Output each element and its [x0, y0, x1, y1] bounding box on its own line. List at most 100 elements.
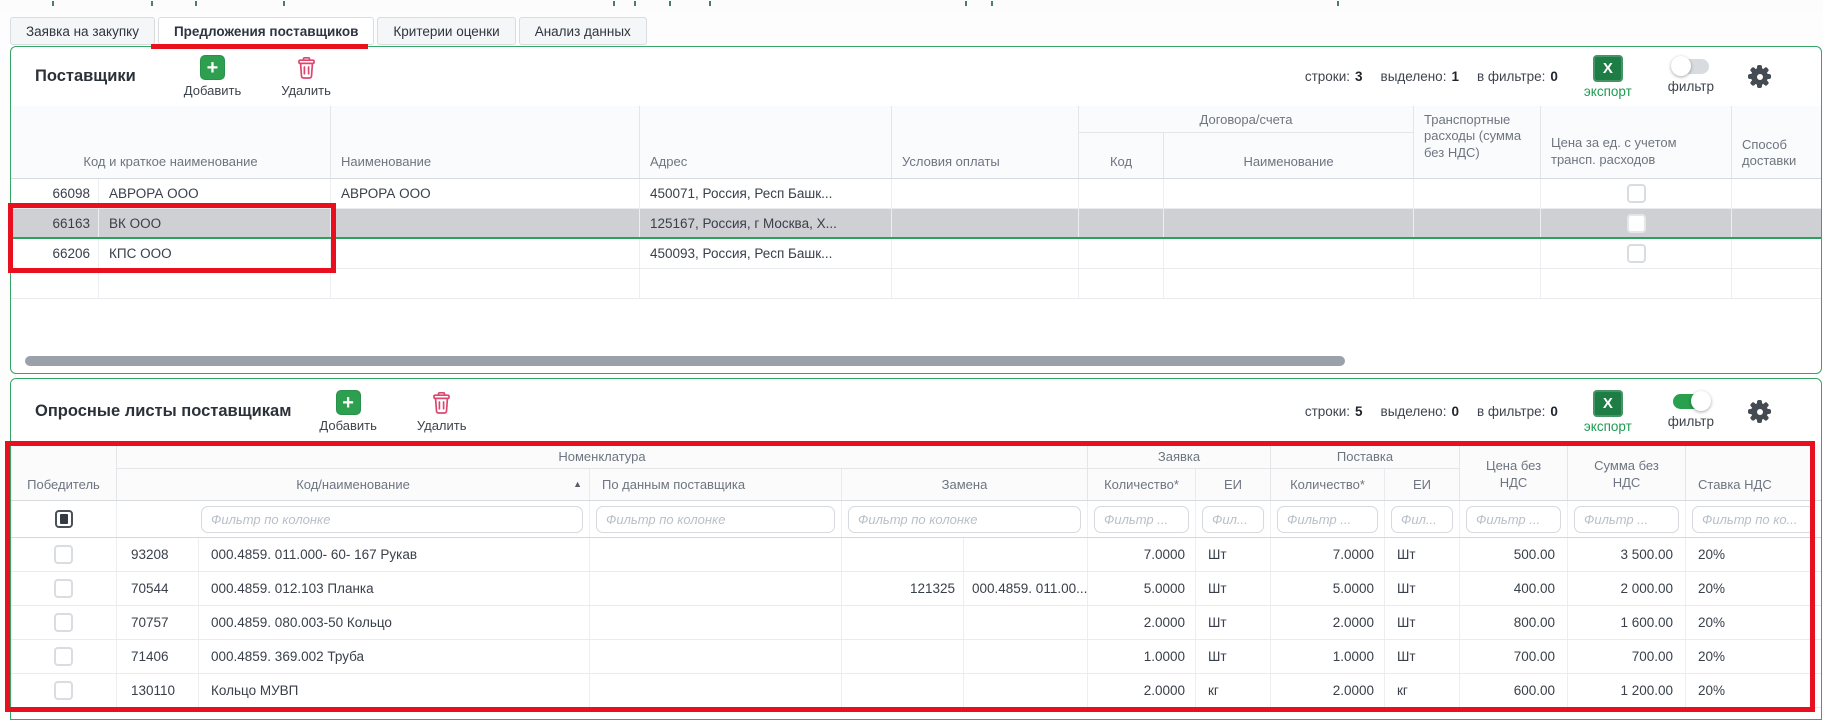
suppliers-table-header: Код и краткое наименование Наименование …	[11, 106, 1821, 179]
replacement-filter-input[interactable]	[848, 506, 1081, 533]
supplier-payment	[892, 209, 1079, 237]
amount-filter-input[interactable]	[1574, 506, 1679, 533]
col-request-qty[interactable]: Количество*	[1088, 469, 1196, 500]
col-delivery-method[interactable]: Способ доставки	[1732, 106, 1821, 178]
supplier-row-selected[interactable]: 66163 ВК ООО 125167, Россия, г Москва, Х…	[11, 209, 1821, 239]
supplier-code: 66098	[11, 179, 99, 208]
select-all-checkbox[interactable]	[55, 510, 73, 528]
request-unit: кг	[1196, 674, 1271, 707]
col-unit-price[interactable]: Цена за ед. с учетом трансп. расходов	[1541, 106, 1732, 178]
active-tab-red-underline-annotation	[151, 44, 368, 49]
questionnaire-row[interactable]: 70757 000.4859. 080.003-50 Кольцо 2.0000…	[11, 606, 1821, 640]
item-name: 000.4859. 369.002 Труба	[199, 640, 590, 673]
filter-toggle-questionnaires[interactable]: фильтр	[1668, 394, 1714, 429]
vat-filter-cell	[1686, 501, 1821, 537]
request-unit: Шт	[1196, 538, 1271, 571]
add-questionnaire-button[interactable]: + Добавить	[319, 390, 376, 433]
col-transport-costs[interactable]: Транспортные расходы (сумма без НДС)	[1414, 106, 1541, 178]
add-supplier-button[interactable]: + Добавить	[184, 55, 241, 98]
col-contract-code[interactable]: Код	[1079, 133, 1164, 178]
unit-price-checkbox[interactable]	[1627, 214, 1646, 233]
supplier-row[interactable]: 66206 КПС ООО 450093, Россия, Респ Башк.…	[11, 239, 1821, 269]
col-request-unit[interactable]: ЕИ	[1196, 469, 1271, 500]
scrollbar-thumb[interactable]	[25, 356, 1345, 366]
col-amount-no-vat[interactable]: Сумма без НДС	[1568, 444, 1686, 500]
vat-rate: 20%	[1686, 572, 1821, 605]
item-code: 70757	[117, 606, 199, 639]
unit-price-checkbox[interactable]	[1627, 244, 1646, 263]
delete-questionnaire-button[interactable]: Удалить	[417, 391, 467, 433]
col-delivery-qty[interactable]: Количество*	[1271, 469, 1385, 500]
delivery-qty-filter-input[interactable]	[1277, 506, 1378, 533]
tab-purchase-request[interactable]: Заявка на закупку	[10, 17, 155, 45]
col-vat-rate[interactable]: Ставка НДС	[1686, 444, 1821, 500]
delivery-qty-filter-cell	[1271, 501, 1385, 537]
questionnaire-row[interactable]: 130110 Кольцо МУВП 2.0000 кг 2.0000 кг 6…	[11, 674, 1821, 708]
sort-asc-icon[interactable]: ▲	[573, 479, 582, 489]
winner-checkbox[interactable]	[54, 545, 73, 564]
col-by-supplier[interactable]: По данным поставщика	[590, 469, 842, 500]
questionnaires-toolbar: Опросные листы поставщикам + Добавить Уд…	[11, 379, 1821, 444]
questionnaire-row[interactable]: 70544 000.4859. 012.103 Планка 121325 00…	[11, 572, 1821, 606]
col-delivery-unit[interactable]: ЕИ	[1385, 469, 1460, 500]
settings-button-questionnaires[interactable]	[1748, 400, 1771, 423]
item-code: 93208	[117, 538, 199, 571]
delivery-method-cell	[1732, 179, 1821, 208]
filter-toggle-suppliers[interactable]: фильтр	[1668, 59, 1714, 94]
col-group-delivery: Поставка	[1271, 444, 1460, 469]
replacement-name	[964, 640, 1088, 673]
winner-checkbox[interactable]	[54, 579, 73, 598]
replacement-name	[964, 538, 1088, 571]
winner-checkbox[interactable]	[54, 613, 73, 632]
winner-filter-cell	[11, 501, 117, 537]
col-price-no-vat[interactable]: Цена без НДС	[1460, 444, 1568, 500]
col-payment-terms[interactable]: Условия оплаты	[892, 106, 1079, 178]
code-name-filter-input[interactable]	[201, 506, 583, 533]
col-group-nomenclature: Номенклатура	[117, 444, 1088, 469]
col-address[interactable]: Адрес	[640, 106, 892, 178]
transport-cost-cell	[1414, 209, 1541, 237]
questionnaires-stats: строки:5 выделено:0 в фильтре:0	[1305, 404, 1558, 419]
code-name-filter-cell	[117, 501, 590, 537]
settings-button-suppliers[interactable]	[1748, 65, 1771, 88]
request-unit: Шт	[1196, 640, 1271, 673]
vat-filter-input[interactable]	[1692, 506, 1815, 533]
selected-count: 0	[1451, 404, 1459, 419]
delivery-unit: Шт	[1385, 572, 1460, 605]
questionnaire-row[interactable]: 71406 000.4859. 369.002 Труба 1.0000 Шт …	[11, 640, 1821, 674]
toggle-off-icon	[1673, 59, 1709, 74]
col-replacement[interactable]: Замена	[842, 469, 1088, 500]
vat-rate: 20%	[1686, 674, 1821, 707]
winner-checkbox[interactable]	[54, 681, 73, 700]
questionnaire-row[interactable]: 93208 000.4859. 011.000- 60- 167 Рукав 7…	[11, 538, 1821, 572]
amount-no-vat: 3 500.00	[1568, 538, 1686, 571]
request-qty: 2.0000	[1088, 606, 1196, 639]
tab-data-analysis[interactable]: Анализ данных	[519, 17, 647, 45]
tab-supplier-offers[interactable]: Предложения поставщиков	[158, 17, 374, 45]
tab-evaluation-criteria[interactable]: Критерии оценки	[377, 17, 515, 45]
delivery-unit-filter-input[interactable]	[1391, 506, 1453, 533]
price-filter-input[interactable]	[1466, 506, 1561, 533]
col-code-name[interactable]: Код/наименование ▲	[117, 469, 590, 500]
winner-checkbox[interactable]	[54, 647, 73, 666]
request-unit-filter-input[interactable]	[1202, 506, 1264, 533]
supplier-row[interactable]: 66098 АВРОРА ООО АВРОРА ООО 450071, Росс…	[11, 179, 1821, 209]
rows-count: 3	[1355, 69, 1363, 84]
col-name[interactable]: Наименование	[331, 106, 640, 178]
delivery-qty: 2.0000	[1271, 674, 1385, 707]
price-no-vat: 400.00	[1460, 572, 1568, 605]
request-qty-filter-input[interactable]	[1094, 506, 1189, 533]
by-supplier-filter-input[interactable]	[596, 506, 835, 533]
export-excel-button[interactable]: X экспорт	[1584, 55, 1632, 99]
unit-price-checkbox[interactable]	[1627, 184, 1646, 203]
suppliers-panel: Поставщики + Добавить Удалить строки:3	[10, 46, 1822, 374]
col-code-short-name[interactable]: Код и краткое наименование	[11, 106, 331, 178]
col-winner[interactable]: Победитель	[11, 444, 117, 500]
trash-icon	[431, 391, 452, 415]
col-contract-name[interactable]: Наименование	[1164, 133, 1413, 178]
delete-supplier-button[interactable]: Удалить	[281, 56, 331, 98]
in-filter-count: 0	[1550, 404, 1558, 419]
export-excel-button[interactable]: X экспорт	[1584, 390, 1632, 434]
app-screen: Заявка на закупку Предложения поставщико…	[0, 0, 1823, 720]
price-no-vat: 500.00	[1460, 538, 1568, 571]
